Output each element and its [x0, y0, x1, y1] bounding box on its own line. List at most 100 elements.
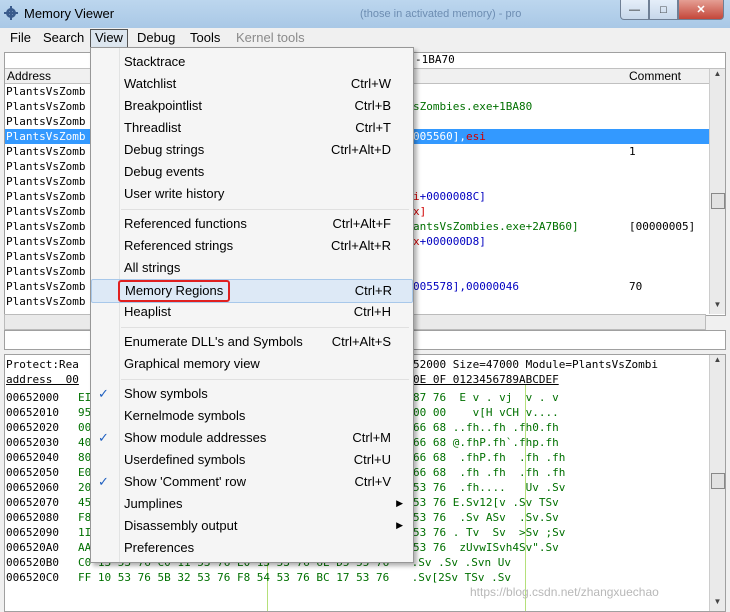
disassembler-scrollbar[interactable]: ▲ ▼ — [709, 69, 725, 314]
menu-item-shortcut: Ctrl+B — [354, 98, 391, 113]
scroll-up-icon[interactable]: ▲ — [710, 355, 725, 369]
row-operand-part: antsVsZombies.exe+2A7B60] — [413, 220, 579, 233]
menu-item-label: Debug strings — [124, 142, 205, 157]
hex-row-ascii[interactable]: 53 76 .Sv ASv .Sv.Sv — [413, 510, 559, 525]
hex-row-ascii[interactable]: 66 68 @.fhP.fh`.fhp.fh — [413, 435, 559, 450]
hex-row-address[interactable]: 00652040 — [6, 450, 59, 465]
hex-row-ascii[interactable]: 53 76 .fh.... Uv .Sv — [413, 480, 565, 495]
scroll-up-icon[interactable]: ▲ — [710, 69, 725, 83]
watermark: https://blog.csdn.net/zhangxuechao — [470, 585, 659, 599]
menu-item-kernelmode-symbols[interactable]: Kernelmode symbols — [91, 405, 411, 427]
menu-item-show-comment-row[interactable]: ✓ Show 'Comment' row Ctrl+V — [91, 471, 411, 493]
row-operand: x] — [413, 204, 426, 219]
hex-row-ascii[interactable]: 66 68 .fhP.fh .fh .fh — [413, 450, 565, 465]
menu-item-label: Enumerate DLL's and Symbols — [124, 334, 303, 349]
hex-row-ascii[interactable]: 53 76 E.Sv12[v .Sv TSv — [413, 495, 559, 510]
menu-item-graphical-memory-view[interactable]: Graphical memory view — [91, 353, 411, 375]
hex-row-ascii[interactable]: 53 76 . Tv Sv >Sv ;Sv — [413, 525, 565, 540]
menu-item-label: User write history — [124, 186, 225, 201]
hex-row-ascii[interactable]: 00 00 v[H vCH v.... — [413, 405, 559, 420]
scroll-thumb[interactable] — [711, 473, 725, 489]
hex-row-address[interactable]: 00652070 — [6, 495, 59, 510]
menu-item-heaplist[interactable]: Heaplist Ctrl+H — [91, 301, 411, 323]
menu-item-show-module-addresses[interactable]: ✓ Show module addresses Ctrl+M — [91, 427, 411, 449]
menu-item-jumplines[interactable]: Jumplines ▶ — [91, 493, 411, 515]
hex-row-address[interactable]: 006520C0 — [6, 570, 59, 585]
column-address[interactable]: Address — [7, 69, 51, 83]
menu-item-label: Show 'Comment' row — [124, 474, 247, 489]
hex-row-address[interactable]: 00652030 — [6, 435, 59, 450]
menu-item-shortcut: Ctrl+T — [355, 120, 391, 135]
hex-row-address[interactable]: 00652080 — [6, 510, 59, 525]
menu-item-breakpointlist[interactable]: Breakpointlist Ctrl+B — [91, 95, 411, 117]
hex-row-ascii[interactable]: 87 76 E v . vj v . v — [413, 390, 559, 405]
menu-file[interactable]: File — [10, 30, 31, 45]
menu-item-label: Threadlist — [124, 120, 182, 135]
hex-scrollbar[interactable]: ▲ ▼ — [709, 355, 725, 611]
close-button[interactable]: ✕ — [678, 0, 724, 20]
hex-row-bytes[interactable]: FF 10 53 76 5B 32 53 76 F8 54 53 76 BC 1… — [78, 570, 389, 585]
window-title: Memory Viewer — [24, 6, 115, 21]
submenu-arrow-icon: ▶ — [396, 520, 403, 530]
menu-item-enumerate-dll-s-and-symbols[interactable]: Enumerate DLL's and Symbols Ctrl+Alt+S — [91, 331, 411, 353]
row-comment: [00000005] — [629, 220, 696, 233]
hex-row-ascii[interactable]: 66 68 .fh .fh .fh .fh — [413, 465, 565, 480]
menu-item-user-write-history[interactable]: User write history — [91, 183, 411, 205]
hex-row-ascii[interactable]: .Sv[2Sv TSv .Sv — [405, 570, 511, 585]
menu-search[interactable]: Search — [43, 30, 84, 45]
hex-row-address[interactable]: 006520B0 — [6, 555, 59, 570]
row-address: PlantsVsZomb — [6, 130, 86, 143]
menu-item-debug-events[interactable]: Debug events — [91, 161, 411, 183]
menu-item-show-symbols[interactable]: ✓ Show symbols — [91, 383, 411, 405]
menu-item-watchlist[interactable]: Watchlist Ctrl+W — [91, 73, 411, 95]
menu-item-label: Heaplist — [124, 304, 171, 319]
menu-item-debug-strings[interactable]: Debug strings Ctrl+Alt+D — [91, 139, 411, 161]
minimize-button[interactable]: — — [620, 0, 649, 20]
row-comment: 70 — [629, 280, 643, 293]
hex-row-address[interactable]: 006520A0 — [6, 540, 59, 555]
row-operand-part: sZombies.exe+1BA80 — [413, 100, 533, 113]
menu-tools[interactable]: Tools — [190, 30, 220, 45]
hex-row-ascii[interactable]: 66 68 ..fh..fh .fh0.fh — [413, 420, 559, 435]
hex-row-ascii[interactable]: 53 76 zUvwISvh4Sv".Sv — [413, 540, 559, 555]
hex-row-ascii[interactable]: .Sv .Sv .Svn Uv — [405, 555, 511, 570]
column-comment[interactable]: Comment — [629, 69, 681, 83]
menu-item-label: Disassembly output — [124, 518, 238, 533]
checkmark-icon: ✓ — [98, 474, 109, 489]
hex-row-address[interactable]: 00652010 — [6, 405, 59, 420]
row-operand: x+000000D8] — [413, 234, 486, 249]
menu-view[interactable]: View — [90, 29, 128, 48]
hex-row-address[interactable]: 00652000 — [6, 390, 59, 405]
row-address: PlantsVsZomb — [6, 100, 86, 113]
row-operand-part: 005578],00000046 — [413, 280, 519, 293]
scroll-thumb[interactable] — [711, 193, 725, 209]
row-operand: sZombies.exe+1BA80 — [413, 99, 532, 114]
menu-item-preferences[interactable]: Preferences — [91, 537, 411, 559]
menu-item-threadlist[interactable]: Threadlist Ctrl+T — [91, 117, 411, 139]
row-operand: antsVsZombies.exe+2A7B60] — [413, 219, 579, 234]
scroll-down-icon[interactable]: ▼ — [710, 300, 725, 314]
menu-item-referenced-strings[interactable]: Referenced strings Ctrl+Alt+R — [91, 235, 411, 257]
menu-item-shortcut: Ctrl+Alt+S — [331, 334, 391, 349]
menu-kernel-tools[interactable]: Kernel tools — [236, 30, 305, 45]
scroll-down-icon[interactable]: ▼ — [710, 597, 725, 611]
title-bar[interactable]: Memory Viewer (those in activated memory… — [0, 0, 730, 28]
hex-row-address[interactable]: 00652090 — [6, 525, 59, 540]
row-operand-part: 005560], — [413, 130, 466, 143]
hex-row-address[interactable]: 00652060 — [6, 480, 59, 495]
maximize-button[interactable]: □ — [649, 0, 678, 20]
maximize-icon: □ — [660, 3, 667, 16]
hex-row-address[interactable]: 00652020 — [6, 420, 59, 435]
menu-item-memory-regions[interactable]: Memory Regions Ctrl+R — [91, 279, 413, 303]
row-address: PlantsVsZomb — [6, 265, 86, 278]
menu-item-referenced-functions[interactable]: Referenced functions Ctrl+Alt+F — [91, 213, 411, 235]
menu-item-disassembly-output[interactable]: Disassembly output ▶ — [91, 515, 411, 537]
menu-bar: File Search View Debug Tools Kernel tool… — [0, 28, 730, 48]
row-operand-part: x] — [413, 205, 427, 218]
hex-row-address[interactable]: 00652050 — [6, 465, 59, 480]
menu-item-stacktrace[interactable]: Stacktrace — [91, 51, 411, 73]
menu-item-label: Userdefined symbols — [124, 452, 246, 467]
menu-debug[interactable]: Debug — [137, 30, 175, 45]
menu-item-all-strings[interactable]: All strings — [91, 257, 411, 279]
menu-item-userdefined-symbols[interactable]: Userdefined symbols Ctrl+U — [91, 449, 411, 471]
